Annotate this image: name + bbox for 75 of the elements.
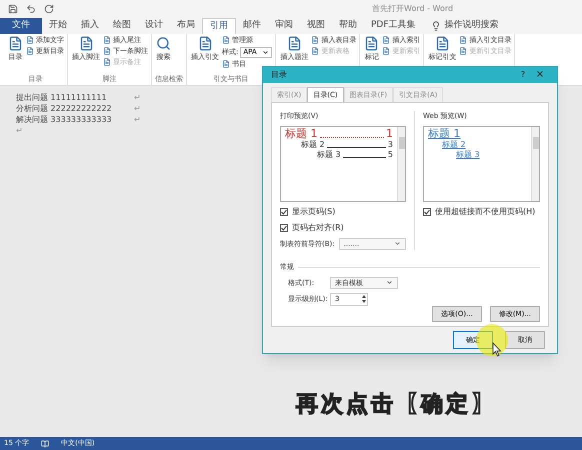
ribbon-tab[interactable]: 视图	[300, 18, 332, 34]
spinner-arrows-icon	[361, 294, 367, 304]
document-icon	[311, 36, 320, 44]
proofing-icon	[41, 440, 50, 448]
paragraph-mark: ↵	[134, 114, 141, 125]
ribbon-tab[interactable]: PDF工具集	[364, 18, 423, 34]
document-icon	[8, 36, 23, 51]
lightbulb-icon	[430, 21, 441, 31]
scrollbar[interactable]	[531, 126, 539, 201]
document-icon	[459, 47, 468, 56]
ribbon-tab[interactable]: 审阅	[268, 18, 300, 34]
ribbon-tab[interactable]: 插入	[74, 18, 106, 34]
document-text: 分析问题 222222222222	[16, 103, 113, 114]
paragraph-mark: ↵	[16, 125, 23, 136]
document-icon	[364, 36, 380, 51]
checkbox[interactable]	[280, 224, 288, 232]
preview-link[interactable]: 标题 1	[428, 126, 527, 140]
document-icon	[382, 47, 390, 56]
search-icon	[156, 36, 171, 51]
window-title: 首先打开Word - Word	[372, 3, 454, 15]
document-icon	[26, 47, 34, 56]
checkmark-icon	[424, 208, 430, 215]
checkbox-label: 显示页码(S)	[292, 206, 336, 218]
file-tab[interactable]: 文件	[0, 18, 42, 34]
dialog-title: 目录	[271, 68, 288, 81]
document-icon	[26, 36, 34, 44]
document-icon	[103, 58, 111, 66]
preview-page-number: 5	[388, 150, 393, 160]
caret-icon	[262, 48, 270, 56]
document-text: 解决问题 333333333333	[16, 114, 113, 125]
paragraph-mark: ↵	[134, 103, 141, 114]
checkmark-icon	[281, 224, 287, 231]
preview-link[interactable]: 标题 2	[428, 140, 527, 150]
ribbon-tab[interactable]: 绘图	[106, 18, 138, 34]
preview-link[interactable]: 标题 3	[428, 150, 527, 160]
document-icon	[382, 36, 390, 44]
document-icon	[286, 36, 302, 51]
document-icon	[78, 36, 94, 51]
undo-icon	[26, 4, 36, 14]
checkbox-label: 页码右对齐(R)	[292, 222, 344, 234]
save-icon	[8, 4, 18, 14]
preview-heading: 标题 1	[285, 126, 318, 140]
document-icon	[222, 36, 230, 44]
ribbon-tab[interactable]: 帮助	[332, 18, 364, 34]
checkmark-icon	[281, 208, 287, 215]
checkbox[interactable]	[280, 208, 288, 216]
preview-page-number: 3	[388, 140, 393, 150]
scrollbar[interactable]	[397, 126, 405, 201]
checkbox-label: 使用超链接而不使用页码(H)	[435, 206, 536, 218]
redo-icon	[44, 4, 54, 14]
ribbon-tab[interactable]: 设计	[138, 18, 170, 34]
mouse-pointer-icon	[492, 342, 502, 357]
ribbon-tab[interactable]: 开始	[42, 18, 74, 34]
help-button[interactable]: ?	[515, 68, 531, 81]
document-text: 提出问题 11111111111	[16, 92, 108, 103]
ribbon-tab[interactable]: 引用	[202, 18, 236, 34]
checkbox[interactable]	[423, 208, 431, 216]
close-button[interactable]: ×	[531, 67, 549, 82]
paragraph-mark: ↵	[134, 92, 141, 103]
tell-me-search[interactable]: 操作说明搜索	[422, 18, 507, 34]
document-icon	[103, 36, 111, 44]
ribbon-tab[interactable]: 布局	[170, 18, 202, 34]
document-icon	[198, 36, 212, 51]
caption-text: 再次点击【确定】	[296, 390, 496, 419]
preview-heading: 标题 3	[317, 150, 341, 160]
preview-heading: 标题 2	[301, 140, 325, 150]
document-icon	[103, 47, 111, 56]
document-icon	[311, 47, 320, 56]
preview-page-number: 1	[386, 126, 393, 140]
document-icon	[459, 36, 468, 44]
document-icon	[434, 36, 450, 51]
caret-icon	[394, 240, 401, 248]
document-icon	[222, 60, 230, 68]
ribbon-tab[interactable]: 邮件	[236, 18, 268, 34]
caret-icon	[386, 279, 393, 286]
